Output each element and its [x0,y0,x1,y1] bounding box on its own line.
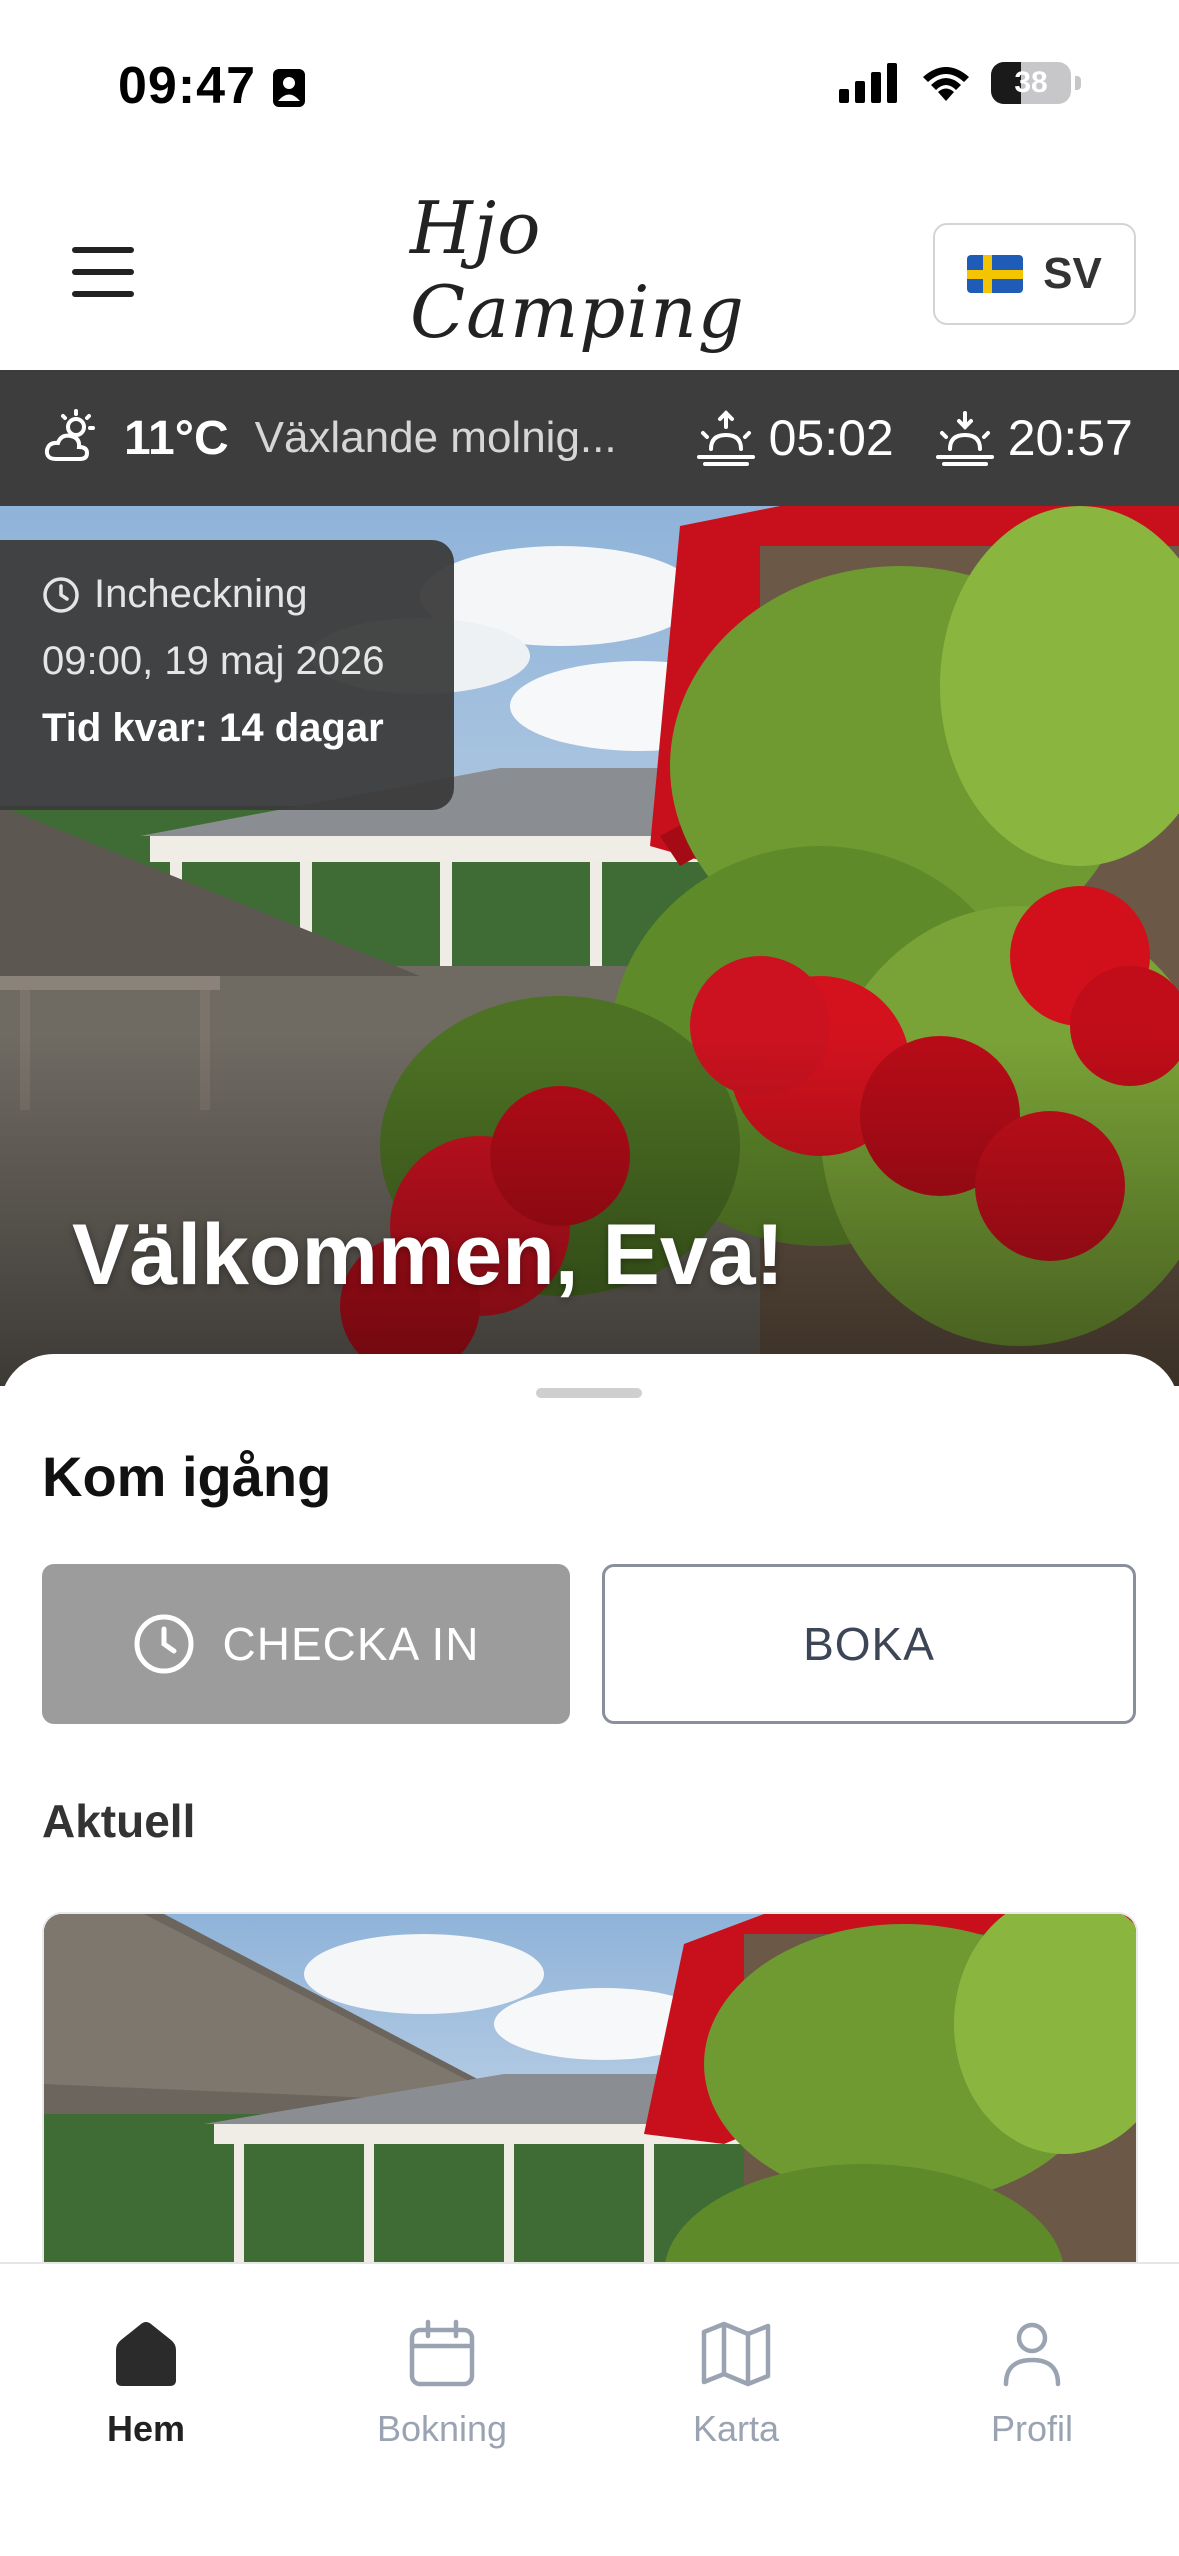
sunset-icon [935,411,994,466]
tab-map[interactable]: Karta [626,2318,846,2450]
status-time: 09:47 [118,57,256,115]
tab-home[interactable]: Hem [36,2318,256,2450]
sheet-handle[interactable] [536,1388,642,1398]
content-sheet: Kom igång CHECKA IN BOKA Aktuell [0,1354,1179,2364]
checkin-info-card: Incheckning 09:00, 19 maj 2026 Tid kvar:… [0,540,454,810]
checkin-label: Incheckning [94,572,308,616]
tab-bar: Hem Bokning Karta Profil [0,2262,1179,2556]
temperature: 11°C [124,411,229,465]
welcome-heading: Välkommen, Eva! [72,1207,785,1303]
tab-booking[interactable]: Bokning [332,2318,552,2450]
wifi-icon [923,67,969,101]
sunrise: 05:02 [695,409,894,467]
sweden-flag-icon [967,255,1024,293]
status-bar: 09:47 38 [0,0,1179,170]
sunrise-icon [696,410,755,466]
clock-icon [43,576,79,613]
book-button-label: BOKA [803,1618,935,1670]
calendar-icon [409,2319,475,2387]
battery-level: 38 [1014,66,1048,99]
battery-icon: 38 [991,62,1071,104]
home-icon [116,2322,176,2386]
language-button[interactable]: SV [933,223,1136,325]
current-section-label: Aktuell [42,1795,196,1847]
logo-text: Hjo Camping [410,186,745,354]
book-button[interactable]: BOKA [602,1564,1136,1724]
checkin-datetime: 09:00, 19 maj 2026 [42,639,385,683]
hamburger-icon [72,247,134,253]
checkin-time-left: Tid kvar: 14 dagar [42,706,384,750]
app-header: Hjo Camping SV [0,170,1179,370]
tab-label: Karta [692,2408,780,2449]
section-title: Kom igång [42,1445,332,1508]
logo: Hjo Camping [410,186,770,354]
tab-label: Profil [990,2408,1074,2449]
tab-label: Hem [106,2408,186,2449]
contact-card-icon [273,69,305,107]
sunset: 20:57 [934,409,1133,467]
clock-icon [134,1614,194,1674]
profile-icon [1003,2322,1061,2387]
tab-label: Bokning [376,2408,508,2449]
weather-condition: Växlande molnig... [254,413,617,462]
sunrise-time: 05:02 [768,410,894,466]
language-code: SV [1043,249,1102,298]
status-indicators: 38 [839,62,1081,104]
menu-button[interactable] [58,232,148,312]
map-icon [701,2321,771,2387]
hero-banner: Incheckning 09:00, 19 maj 2026 Tid kvar:… [0,506,1179,1386]
sunset-time: 20:57 [1007,410,1133,466]
weather-bar: 11°C Växlande molnig... 05:02 20:57 [0,370,1179,506]
partly-cloudy-icon [44,409,95,461]
checkin-button-label: CHECKA IN [222,1618,480,1670]
cellular-signal-icon [839,63,897,103]
checkin-button[interactable]: CHECKA IN [42,1564,570,1724]
tab-profile[interactable]: Profil [922,2318,1142,2450]
